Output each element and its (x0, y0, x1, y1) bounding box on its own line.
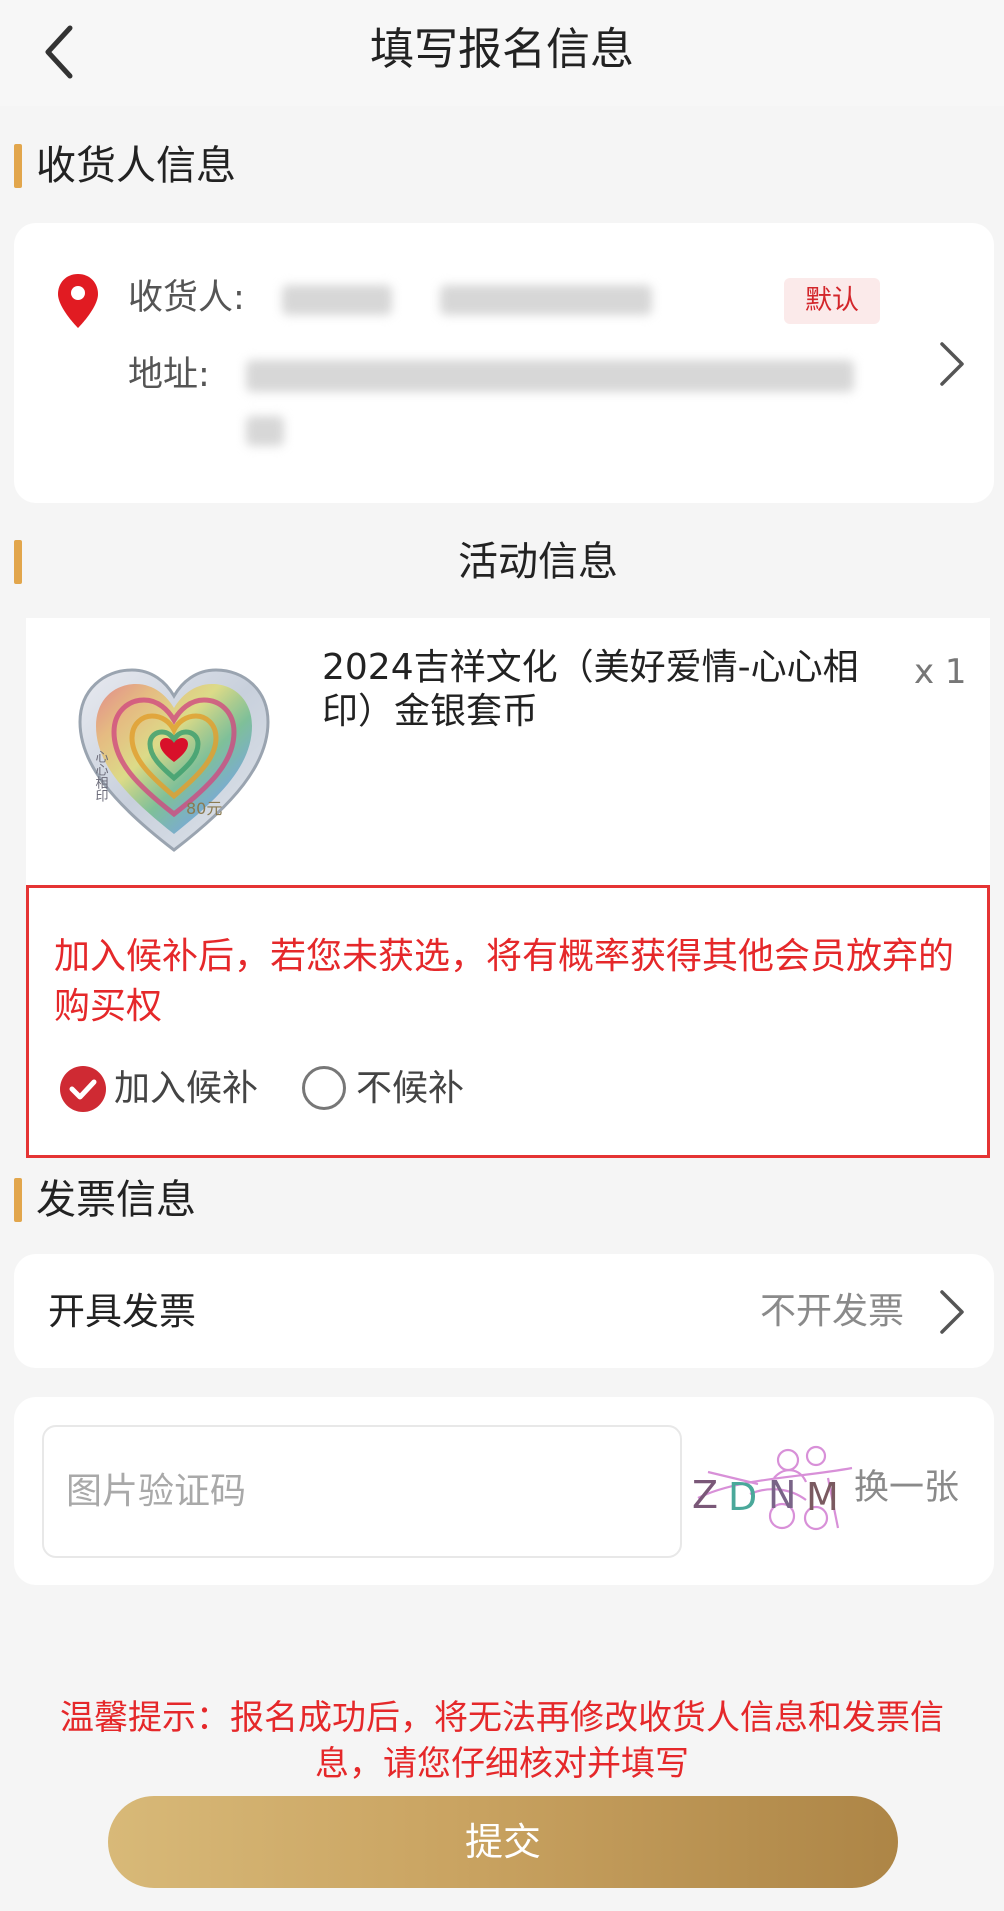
option-join-label[interactable]: 加入候补 (114, 1064, 258, 1114)
product-name: 2024吉祥文化（美好爱情-心心相印）金银套币 (322, 647, 859, 732)
captcha-refresh-button[interactable]: 换一张 (854, 1462, 959, 1514)
activity-section-title: 活动信息 (458, 539, 618, 585)
coin-value-label: 80元 (186, 799, 222, 818)
location-pin-icon (58, 274, 98, 328)
receiver-label: 收货人: (128, 278, 245, 318)
invoice-row-label: 开具发票 (48, 1290, 196, 1333)
address-label: 地址: (128, 355, 210, 395)
product-coin-image: 心心相印 80元 (78, 668, 270, 852)
address-line1-redacted (246, 360, 854, 392)
radio-no-waitlist[interactable] (302, 1066, 346, 1110)
consignee-section-title: 收货人信息 (36, 143, 236, 189)
warm-tip: 温馨提示：报名成功后，将无法再修改收货人信息和发票信息，请您仔细核对并填写 (60, 1698, 944, 1784)
page-title: 填写报名信息 (370, 24, 634, 75)
submit-button[interactable]: 提交 (108, 1796, 898, 1888)
captcha-char-1: Z (692, 1473, 718, 1517)
checkmark-icon (69, 1079, 97, 1100)
captcha-image[interactable]: Z D N M (688, 1438, 856, 1542)
chevron-right-icon (940, 342, 964, 386)
product-quantity: x 1 (914, 652, 967, 692)
invoice-row-value: 不开发票 (760, 1291, 905, 1332)
coin-text-label: 心心相印 (93, 750, 109, 802)
radio-join-waitlist[interactable] (60, 1066, 106, 1112)
option-no-label[interactable]: 不候补 (356, 1064, 464, 1114)
address-line2-redacted (246, 416, 284, 446)
chevron-right-icon (940, 1290, 964, 1334)
section-accent-bar (14, 540, 22, 584)
section-accent-bar (14, 1178, 22, 1222)
captcha-char-4: M (806, 1475, 839, 1519)
receiver-phone-redacted (440, 285, 652, 315)
receiver-name-redacted (282, 285, 392, 315)
captcha-input[interactable] (42, 1425, 682, 1558)
waitlist-notice: 加入候补后，若您未获选，将有概率获得其他会员放弃的购买权 (54, 936, 955, 1027)
invoice-section-title: 发票信息 (36, 1177, 196, 1223)
default-badge: 默认 (784, 278, 880, 324)
captcha-char-3: N (768, 1473, 796, 1517)
captcha-char-2: D (728, 1475, 757, 1519)
section-accent-bar (14, 144, 22, 188)
